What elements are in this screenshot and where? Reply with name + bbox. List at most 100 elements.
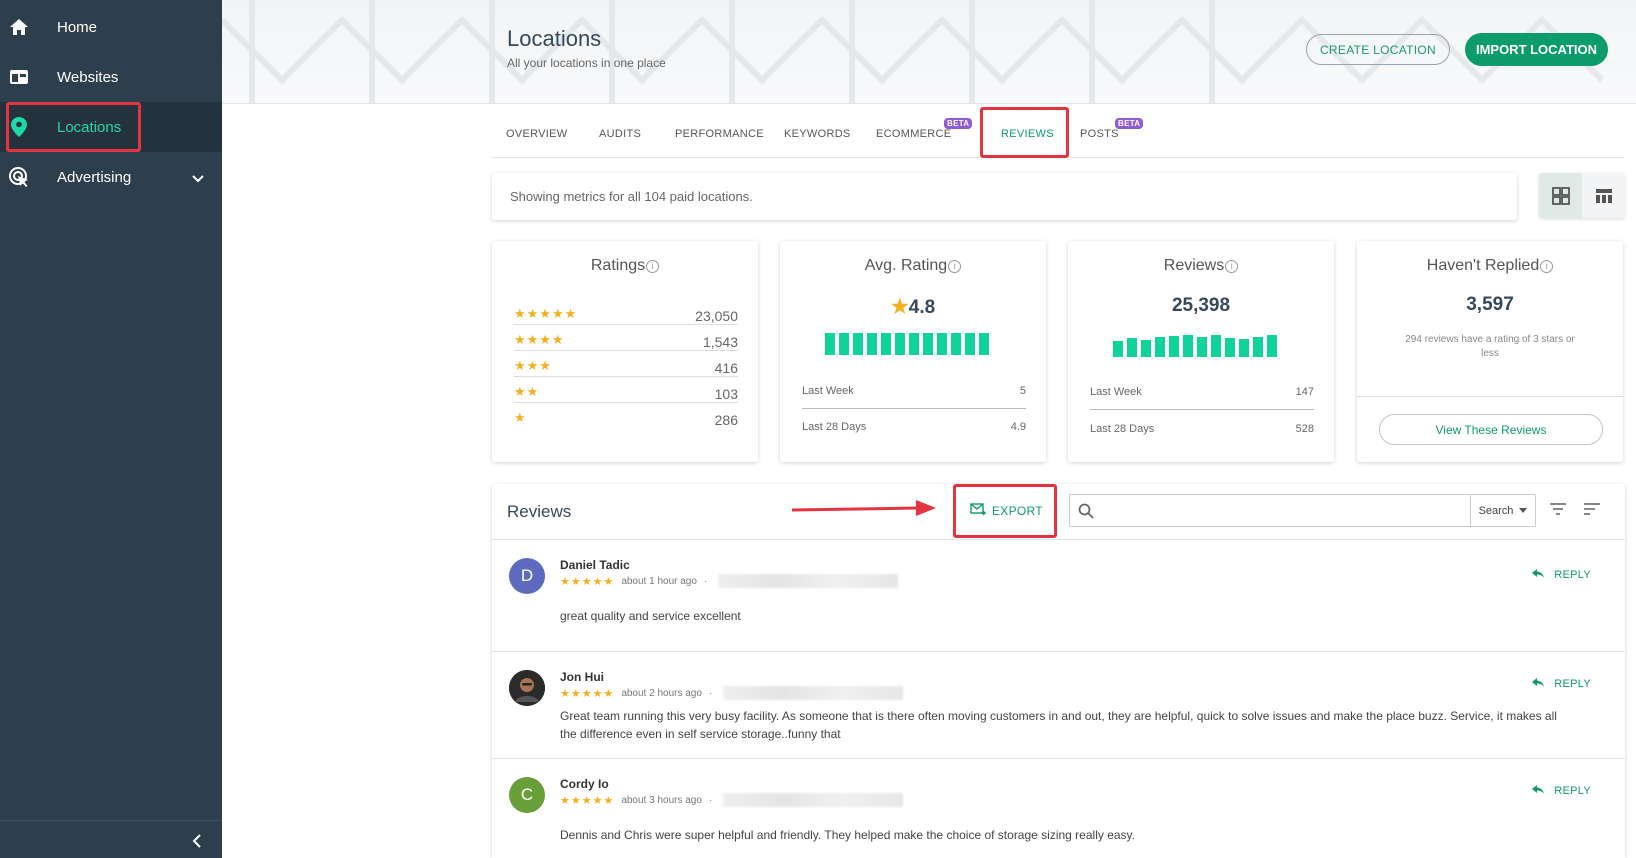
export-button[interactable]: EXPORT xyxy=(970,498,1043,524)
review-time: about 1 hour ago xyxy=(621,575,697,587)
table-view-icon[interactable] xyxy=(1582,173,1625,218)
sidebar-item-advertising[interactable]: Advertising xyxy=(0,152,222,202)
sparkline-bar xyxy=(937,333,947,355)
sidebar-footer xyxy=(0,820,222,858)
stat-label: Last 28 Days xyxy=(802,421,867,433)
not-replied-card: Haven't Replied i 3,597 294 reviews have … xyxy=(1357,241,1623,462)
sparkline-bar xyxy=(853,333,863,355)
sparkline-bar xyxy=(867,333,877,355)
sidebar-item-locations[interactable]: Locations xyxy=(0,102,222,152)
meta-separator: · xyxy=(708,687,713,699)
stat-row-last-28-days: Last 28 Days 4.9 xyxy=(802,415,1026,445)
sparkline-bar xyxy=(1267,335,1277,357)
sparkline-bar xyxy=(1225,338,1235,357)
reply-arrow-icon xyxy=(1531,568,1545,582)
reviewer-name: Cordy Io xyxy=(560,777,609,791)
search-icon xyxy=(1070,495,1102,526)
create-location-button[interactable]: CREATE LOCATION xyxy=(1306,34,1450,65)
rating-row: ★★★ 416 xyxy=(514,351,738,377)
sidebar-item-websites[interactable]: Websites xyxy=(0,52,222,102)
review-text: Dennis and Chris were super helpful and … xyxy=(560,828,1135,842)
info-icon[interactable]: i xyxy=(646,260,660,273)
collapse-sidebar-icon[interactable] xyxy=(190,833,206,849)
sparkline-bar xyxy=(979,333,989,355)
sparkline-bar xyxy=(825,333,835,355)
sparkline-bar xyxy=(1141,340,1151,357)
reply-button[interactable]: REPLY xyxy=(1531,784,1591,798)
avatar-photo xyxy=(509,670,545,706)
tab-label: KEYWORDS xyxy=(784,128,851,140)
caret-down-icon xyxy=(1519,508,1528,513)
star-rating-icon: ★★★★★ xyxy=(514,306,578,321)
beta-badge: BETA xyxy=(944,118,973,129)
tab-performance[interactable]: PERFORMANCE xyxy=(675,128,764,140)
sparkline-bar xyxy=(951,333,961,355)
sparkline-bar xyxy=(1197,337,1207,357)
card-title-text: Avg. Rating xyxy=(864,257,948,274)
filter-icon[interactable] xyxy=(1549,502,1569,520)
review-item: D Daniel Tadic ★★★★★ about 1 hour ago · gr… xyxy=(492,540,1625,652)
star-rating-icon: ★★★★★ xyxy=(560,794,615,807)
info-icon[interactable]: i xyxy=(948,260,962,273)
avg-rating-number: 4.8 xyxy=(908,297,936,318)
review-meta: ★★★★★ about 2 hours ago · xyxy=(560,686,904,700)
stat-row-last-week: Last Week 147 xyxy=(1090,380,1314,410)
rating-count: 286 xyxy=(714,412,738,428)
tab-reviews[interactable]: REVIEWS xyxy=(1001,128,1054,140)
beta-badge: BETA xyxy=(1115,118,1144,129)
sparkline-bar xyxy=(1183,335,1193,357)
review-item: Jon Hui ★★★★★ about 2 hours ago · Great te… xyxy=(492,652,1625,759)
star-rating-icon: ★★★★ xyxy=(514,332,565,347)
reply-button[interactable]: REPLY xyxy=(1531,677,1591,691)
sidebar-item-home[interactable]: Home xyxy=(0,2,222,52)
reply-arrow-icon xyxy=(1531,784,1545,798)
redacted-location xyxy=(723,686,904,700)
stat-value: 528 xyxy=(1295,423,1314,435)
stat-row-last-week: Last Week 5 xyxy=(802,379,1026,409)
review-text: great quality and service excellent xyxy=(560,609,741,623)
card-title-text: Haven't Replied xyxy=(1426,257,1540,274)
stat-row-last-28-days: Last 28 Days 528 xyxy=(1090,417,1314,447)
info-icon[interactable]: i xyxy=(1540,260,1554,273)
view-these-reviews-button[interactable]: View These Reviews xyxy=(1379,414,1603,445)
low-rating-note: 294 reviews have a rating of 3 stars or … xyxy=(1405,334,1575,359)
tab-overview[interactable]: OVERVIEW xyxy=(506,128,568,140)
tab-label: REVIEWS xyxy=(1001,128,1054,140)
sparkline-bar xyxy=(839,333,849,355)
sparkline-bar xyxy=(881,333,891,355)
not-replied-value: 3,597 xyxy=(1466,294,1514,315)
star-rating-icon: ★★★★★ xyxy=(560,575,615,588)
sparkline-bar xyxy=(895,333,905,355)
tab-posts[interactable]: POSTS BETA xyxy=(1080,118,1144,140)
sidebar-item-label: Home xyxy=(57,18,98,36)
reply-label: REPLY xyxy=(1554,569,1591,581)
sparkline-bar xyxy=(1169,336,1179,357)
export-mail-icon xyxy=(970,503,986,519)
sidebar-item-label: Websites xyxy=(57,68,119,86)
tab-ecommerce[interactable]: ECOMMERCE BETA xyxy=(876,118,973,140)
reply-label: REPLY xyxy=(1554,785,1591,797)
card-title-text: Ratings xyxy=(590,257,646,274)
reply-arrow-icon xyxy=(1531,677,1545,691)
export-label: EXPORT xyxy=(992,504,1043,518)
redacted-location xyxy=(718,574,899,588)
sparkline-bar xyxy=(1113,341,1123,357)
stat-value: 4.9 xyxy=(1010,421,1026,433)
grid-view-icon[interactable] xyxy=(1539,173,1582,218)
tab-keywords[interactable]: KEYWORDS xyxy=(784,128,851,140)
star-rating-icon: ★★★★★ xyxy=(560,687,615,700)
info-icon[interactable]: i xyxy=(1225,260,1239,273)
sort-icon[interactable] xyxy=(1583,502,1603,520)
card-title-text: Reviews xyxy=(1163,257,1225,274)
search-type-select[interactable]: Search xyxy=(1470,495,1535,526)
reply-button[interactable]: REPLY xyxy=(1531,568,1591,582)
sparkline-bars xyxy=(1113,335,1277,357)
import-location-button[interactable]: IMPORT LOCATION xyxy=(1465,33,1608,66)
target-cursor-icon xyxy=(8,166,30,188)
search-input[interactable] xyxy=(1102,495,1470,526)
tab-audits[interactable]: AUDITS xyxy=(599,128,641,140)
review-time: about 2 hours ago xyxy=(621,687,702,699)
browser-icon xyxy=(8,66,30,88)
stat-value: 147 xyxy=(1295,386,1314,398)
review-search-box: Search xyxy=(1069,494,1536,527)
